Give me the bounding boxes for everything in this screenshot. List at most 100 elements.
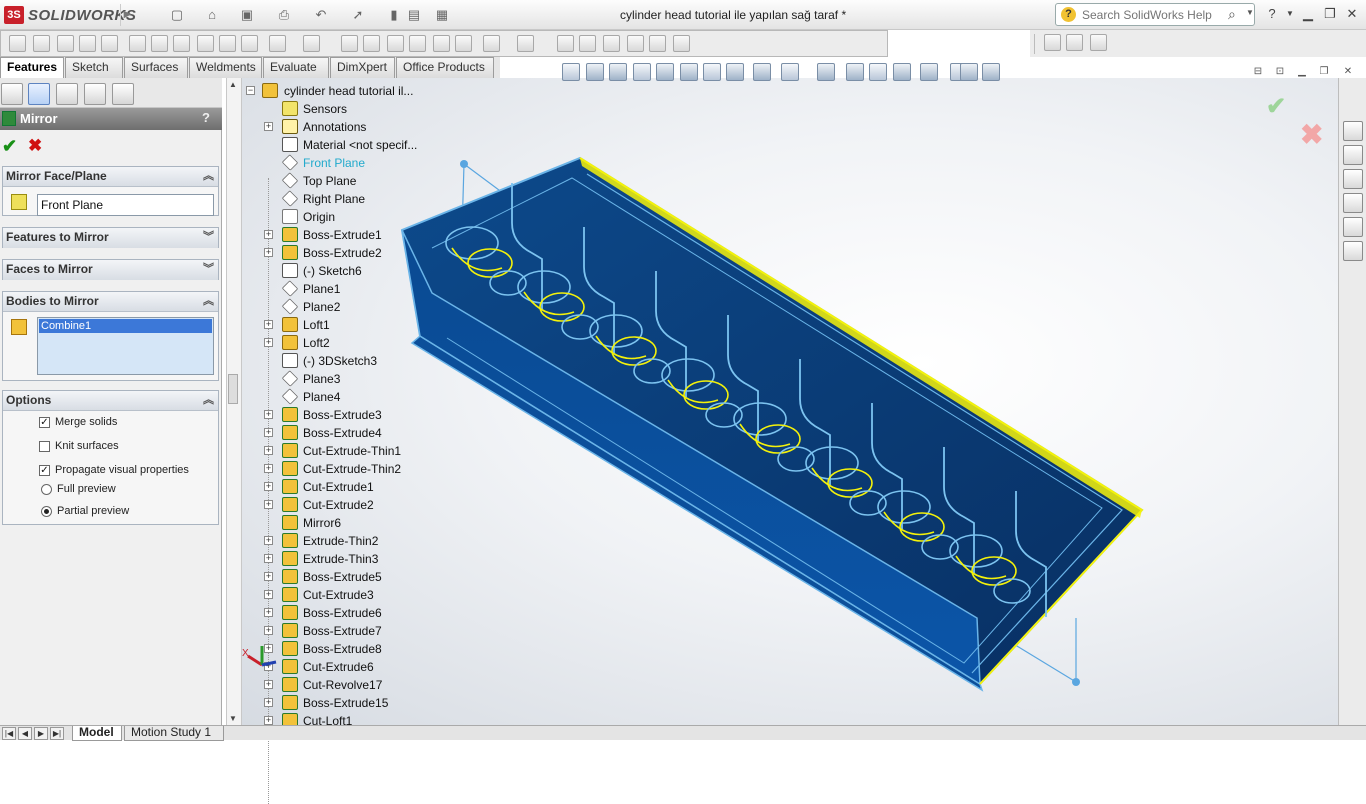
merge-solids-checkbox[interactable]: ✓: [39, 416, 50, 428]
zoom-icon[interactable]: [869, 63, 887, 81]
appearances-icon[interactable]: [1343, 217, 1363, 237]
collapse-icon[interactable]: −: [246, 86, 255, 95]
previous-view-icon[interactable]: [609, 63, 627, 81]
property-manager-icon[interactable]: [28, 83, 50, 105]
view-settings-icon[interactable]: [781, 63, 799, 81]
propagate-visual-option[interactable]: ✓ Propagate visual properties: [39, 462, 189, 478]
fillet-icon[interactable]: [269, 35, 286, 52]
rotate-view-icon[interactable]: [817, 63, 835, 81]
rib-icon[interactable]: [341, 35, 358, 52]
tab-dimxpert[interactable]: DimXpert: [330, 57, 395, 78]
tree-node[interactable]: Top Plane: [242, 172, 462, 190]
save-icon[interactable]: ▣: [233, 5, 261, 25]
move-face-icon[interactable]: [649, 35, 666, 52]
merge-solids-option[interactable]: ✓ Merge solids: [39, 414, 117, 430]
wireframe-icon[interactable]: [920, 63, 938, 81]
file-properties-icon[interactable]: ▤: [400, 5, 428, 25]
close-button[interactable]: ✕: [1342, 6, 1362, 22]
group-header[interactable]: Faces to Mirror ︾: [3, 260, 218, 280]
viewport-minimize-icon[interactable]: ▁: [1294, 65, 1310, 79]
expand-icon[interactable]: +: [264, 446, 273, 455]
configuration-manager-icon[interactable]: [56, 83, 78, 105]
expand-icon[interactable]: +: [264, 464, 273, 473]
cylinder-head-body[interactable]: [400, 156, 1144, 686]
swept-boss-icon[interactable]: [57, 35, 74, 52]
group-header[interactable]: Mirror Face/Plane ︽: [3, 167, 218, 187]
draft-quality-icon[interactable]: [982, 63, 1000, 81]
tab-weldments[interactable]: Weldments: [189, 57, 262, 78]
design-library-icon[interactable]: [1343, 145, 1363, 165]
tree-node[interactable]: + Boss-Extrude15: [242, 694, 462, 712]
hide-show-items-icon[interactable]: [703, 63, 721, 81]
options-icon[interactable]: ▦: [428, 5, 456, 25]
view-palette-icon[interactable]: [1343, 193, 1363, 213]
tree-node[interactable]: Origin: [242, 208, 462, 226]
tree-node[interactable]: + Boss-Extrude2: [242, 244, 462, 262]
tree-node[interactable]: Material <not specif...: [242, 136, 462, 154]
viewport-close-icon[interactable]: ✕: [1340, 65, 1356, 79]
tree-node[interactable]: + Cut-Extrude2: [242, 496, 462, 514]
chevron-up-icon[interactable]: ︽: [203, 391, 214, 410]
tree-node[interactable]: Plane4: [242, 388, 462, 406]
extruded-boss-icon[interactable]: [9, 35, 26, 52]
home-icon[interactable]: [1343, 121, 1363, 141]
expand-icon[interactable]: +: [264, 122, 273, 131]
help-dropdown-icon[interactable]: ▼: [1280, 6, 1300, 22]
group-header[interactable]: Bodies to Mirror ︽: [3, 292, 218, 312]
solidworks-logo[interactable]: 3S SOLIDWORKS: [4, 5, 136, 25]
expand-icon[interactable]: +: [264, 230, 273, 239]
minimize-button[interactable]: ▁: [1298, 6, 1318, 22]
tab-sketch[interactable]: Sketch: [65, 57, 123, 78]
tab-motion-study[interactable]: Motion Study 1: [124, 726, 224, 741]
extruded-cut-icon[interactable]: [129, 35, 146, 52]
tab-features[interactable]: Features: [0, 57, 64, 79]
boundary-boss-icon[interactable]: [101, 35, 118, 52]
freeform-icon[interactable]: [673, 35, 690, 52]
expand-icon[interactable]: +: [264, 428, 273, 437]
knit-surfaces-checkbox[interactable]: [39, 440, 50, 452]
search-box[interactable]: ? ⌕ ▼: [1055, 3, 1255, 26]
expand-icon[interactable]: +: [264, 608, 273, 617]
tree-scrollbar[interactable]: ▲ ▼: [226, 78, 242, 725]
tree-node[interactable]: + Loft1: [242, 316, 462, 334]
photoview-icon[interactable]: [1066, 34, 1083, 51]
plane-handle[interactable]: [1072, 678, 1080, 686]
dimxpert-manager-icon[interactable]: [84, 83, 106, 105]
apply-scene-icon[interactable]: [753, 63, 771, 81]
full-preview-radio[interactable]: [41, 483, 52, 495]
render-tools-icon[interactable]: [1090, 34, 1107, 51]
tree-node[interactable]: + Extrude-Thin2: [242, 532, 462, 550]
cancel-button[interactable]: ✖: [28, 136, 42, 156]
reference-geometry-icon[interactable]: [483, 35, 500, 52]
full-preview-option[interactable]: Full preview: [41, 481, 116, 497]
knit-surfaces-option[interactable]: Knit surfaces: [39, 438, 119, 454]
expand-icon[interactable]: +: [264, 320, 273, 329]
partial-preview-radio[interactable]: [41, 505, 52, 517]
tab-surfaces[interactable]: Surfaces: [124, 57, 188, 78]
tab-evaluate[interactable]: Evaluate: [263, 57, 329, 78]
viewport-split-icon[interactable]: ⊟: [1250, 65, 1266, 79]
mirror-plane-field[interactable]: Front Plane: [37, 194, 214, 216]
expand-icon[interactable]: +: [264, 500, 273, 509]
panel-splitter-handle[interactable]: [228, 374, 238, 404]
expand-icon[interactable]: +: [264, 626, 273, 635]
intersect-icon[interactable]: [433, 35, 450, 52]
faces-to-mirror-group[interactable]: Faces to Mirror ︾: [2, 259, 219, 280]
confirmation-ok-icon[interactable]: ✔: [1266, 92, 1286, 121]
group-header[interactable]: Features to Mirror ︾: [3, 228, 218, 248]
tree-node[interactable]: + Boss-Extrude4: [242, 424, 462, 442]
chevron-down-icon[interactable]: ︾: [203, 228, 214, 247]
propagate-visual-checkbox[interactable]: ✓: [39, 464, 50, 476]
tree-node[interactable]: + Boss-Extrude6: [242, 604, 462, 622]
expand-icon[interactable]: +: [264, 590, 273, 599]
tree-node[interactable]: + Cut-Revolve17: [242, 676, 462, 694]
list-item[interactable]: Combine1: [39, 319, 212, 333]
new-document-icon[interactable]: ▢: [163, 5, 191, 25]
lofted-boss-icon[interactable]: [79, 35, 96, 52]
shell-icon[interactable]: [387, 35, 404, 52]
expand-icon[interactable]: +: [264, 680, 273, 689]
tree-node[interactable]: Plane1: [242, 280, 462, 298]
section-view-icon[interactable]: [633, 63, 651, 81]
prev-tab-icon[interactable]: ◀: [18, 727, 32, 740]
zoom-in-out-icon[interactable]: [893, 63, 911, 81]
